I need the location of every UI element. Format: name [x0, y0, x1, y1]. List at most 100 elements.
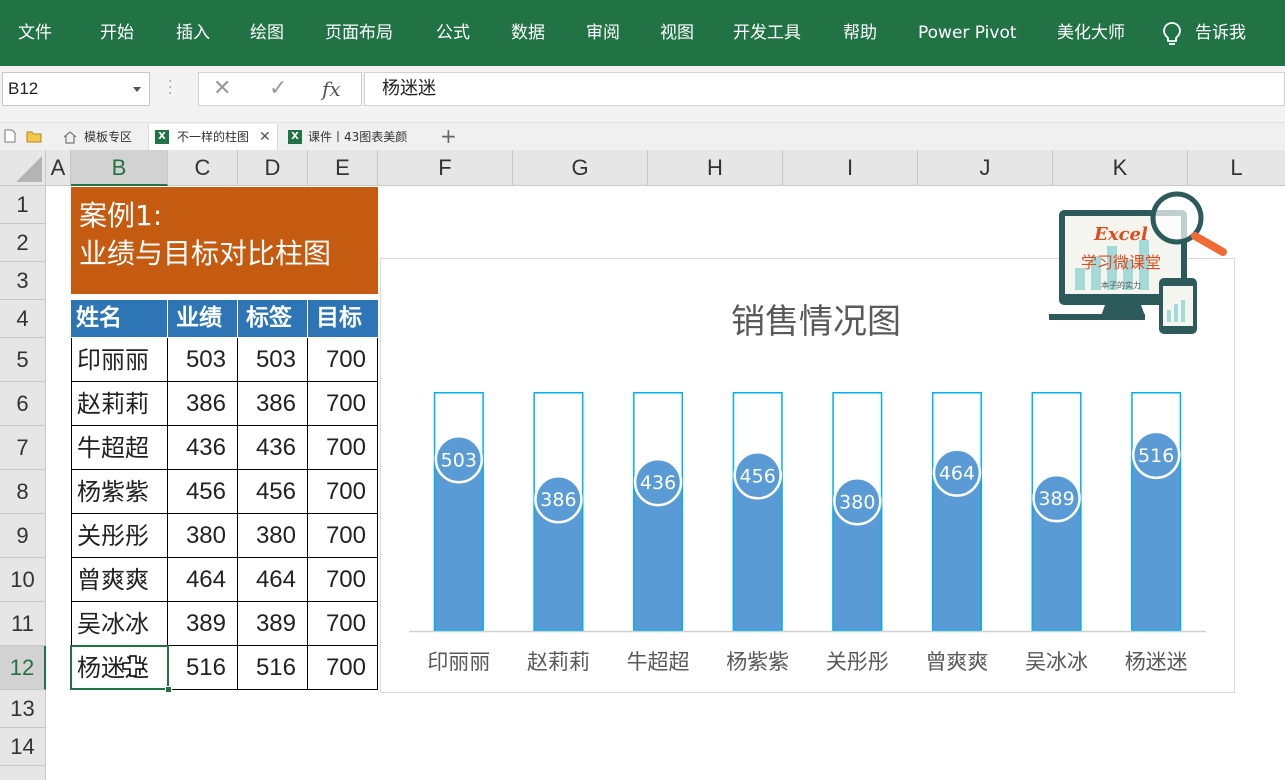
table-cell[interactable]: 赵莉莉: [71, 382, 168, 426]
table-cell[interactable]: 389: [168, 602, 238, 646]
table-cell[interactable]: 389: [238, 602, 308, 646]
table-cell[interactable]: 464: [168, 558, 238, 602]
doc-tab-templates[interactable]: 模板专区: [56, 124, 144, 150]
row-header-10[interactable]: 10: [0, 558, 46, 602]
chart-title[interactable]: 销售情况图: [731, 302, 901, 342]
column-header-l[interactable]: L: [1188, 150, 1285, 186]
row-header-2[interactable]: 2: [0, 224, 46, 262]
ribbon-tab-page-layout[interactable]: 页面布局: [325, 20, 393, 46]
new-document-icon[interactable]: [4, 129, 16, 143]
table-cell[interactable]: 436: [238, 426, 308, 470]
drag-handle-icon[interactable]: · · ·: [168, 75, 172, 101]
ribbon-tab-view[interactable]: 视图: [660, 20, 694, 46]
row-header-15[interactable]: [0, 766, 46, 780]
row-header-6[interactable]: 6: [0, 382, 46, 426]
doc-tab-course[interactable]: X 课件丨43图表美颜: [282, 124, 432, 150]
row-header-3[interactable]: 3: [0, 262, 46, 300]
table-cell[interactable]: 杨迷迷: [71, 646, 168, 690]
table-cell[interactable]: 436: [168, 426, 238, 470]
ribbon-tab-formulas[interactable]: 公式: [436, 20, 470, 46]
table-cell[interactable]: 700: [308, 646, 378, 690]
confirm-icon[interactable]: ✓: [269, 75, 287, 103]
table-cell[interactable]: 516: [168, 646, 238, 690]
table-cell[interactable]: 456: [168, 470, 238, 514]
table-cell[interactable]: 503: [168, 338, 238, 382]
name-box[interactable]: B12: [2, 72, 150, 106]
ribbon-tab-beautify-master[interactable]: 美化大师: [1057, 20, 1125, 46]
table-cell[interactable]: 516: [238, 646, 308, 690]
table-cell[interactable]: 关彤彤: [71, 514, 168, 558]
row-header-1[interactable]: 1: [0, 186, 46, 224]
ribbon-tab-power-pivot[interactable]: Power Pivot: [918, 20, 1017, 46]
table-cell[interactable]: 464: [238, 558, 308, 602]
column-header-h[interactable]: H: [648, 150, 783, 186]
ribbon-tab-insert[interactable]: 插入: [176, 20, 210, 46]
column-header-k[interactable]: K: [1053, 150, 1188, 186]
formula-input[interactable]: 杨迷迷: [364, 72, 1285, 106]
table-cell[interactable]: 700: [308, 514, 378, 558]
chevron-down-icon[interactable]: [133, 87, 141, 92]
row-header-13[interactable]: 13: [0, 690, 46, 728]
close-tab-icon[interactable]: ✕: [259, 124, 271, 150]
add-tab-icon[interactable]: +: [440, 123, 457, 149]
row-header-11[interactable]: 11: [0, 602, 46, 646]
table-cell[interactable]: 503: [238, 338, 308, 382]
column-header-d[interactable]: D: [238, 150, 308, 186]
excel-file-icon: X: [288, 130, 302, 144]
tell-me-button[interactable]: 告诉我: [1195, 20, 1246, 46]
ribbon-tab-developer[interactable]: 开发工具: [733, 20, 801, 46]
select-all-button[interactable]: [0, 150, 46, 186]
performance-bar[interactable]: [433, 459, 484, 631]
table-cell[interactable]: 386: [238, 382, 308, 426]
title-block[interactable]: 案例1: 业绩与目标对比柱图: [71, 187, 378, 294]
ribbon-tab-home[interactable]: 开始: [100, 20, 134, 46]
table-cell[interactable]: 杨紫紫: [71, 470, 168, 514]
table-cell[interactable]: 700: [308, 602, 378, 646]
ribbon-tab-file[interactable]: 文件: [18, 20, 52, 46]
column-header-f[interactable]: F: [378, 150, 513, 186]
table-cell[interactable]: 456: [238, 470, 308, 514]
table-cell[interactable]: 曾爽爽: [71, 558, 168, 602]
row-header-8[interactable]: 8: [0, 470, 46, 514]
doc-tab-bar-chart[interactable]: X 不一样的柱图 ✕: [148, 124, 278, 150]
ribbon-tab-help[interactable]: 帮助: [843, 20, 877, 46]
row-header-4[interactable]: 4: [0, 300, 46, 338]
table-header-label[interactable]: 标签: [238, 300, 308, 337]
table-header-target[interactable]: 目标: [308, 300, 378, 337]
column-header-j[interactable]: J: [918, 150, 1053, 186]
column-header-i[interactable]: I: [783, 150, 918, 186]
row-header-9[interactable]: 9: [0, 514, 46, 558]
column-header-g[interactable]: G: [513, 150, 648, 186]
row-header-14[interactable]: 14: [0, 728, 46, 766]
table-header-performance[interactable]: 业绩: [168, 300, 238, 337]
column-header-a[interactable]: A: [46, 150, 71, 186]
ribbon-tab-draw[interactable]: 绘图: [250, 20, 284, 46]
cancel-icon[interactable]: ✕: [213, 75, 231, 103]
table-cell[interactable]: 700: [308, 338, 378, 382]
table-cell[interactable]: 印丽丽: [71, 338, 168, 382]
table-cell[interactable]: 700: [308, 558, 378, 602]
insert-function-button[interactable]: fx: [322, 75, 341, 103]
table-header-name[interactable]: 姓名: [71, 300, 168, 337]
title-line-1: 案例1:: [79, 199, 163, 232]
table-cell[interactable]: 牛超超: [71, 426, 168, 470]
table-cell[interactable]: 700: [308, 470, 378, 514]
folder-icon[interactable]: [26, 130, 42, 143]
column-header-c[interactable]: C: [168, 150, 238, 186]
column-header-b[interactable]: B: [71, 150, 168, 186]
title-line-2: 业绩与目标对比柱图: [79, 237, 332, 270]
row-header-5[interactable]: 5: [0, 338, 46, 382]
table-cell[interactable]: 700: [308, 426, 378, 470]
ribbon-tab-data[interactable]: 数据: [511, 20, 545, 46]
table-cell[interactable]: 吴冰冰: [71, 602, 168, 646]
table-cell[interactable]: 380: [238, 514, 308, 558]
row-header-7[interactable]: 7: [0, 426, 46, 470]
table-cell[interactable]: 700: [308, 382, 378, 426]
row-header-12[interactable]: 12: [0, 646, 46, 690]
table-cell[interactable]: 380: [168, 514, 238, 558]
column-header-e[interactable]: E: [308, 150, 378, 186]
ribbon-tab-review[interactable]: 审阅: [586, 20, 620, 46]
performance-bar[interactable]: [1131, 454, 1182, 631]
table-cell[interactable]: 386: [168, 382, 238, 426]
lightbulb-icon[interactable]: [1161, 21, 1183, 47]
